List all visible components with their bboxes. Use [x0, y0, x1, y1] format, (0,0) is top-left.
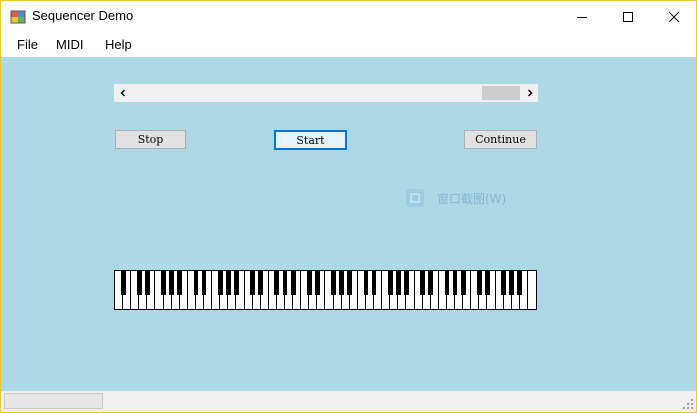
horizontal-scrollbar[interactable]	[114, 84, 538, 102]
black-key[interactable]	[517, 271, 523, 295]
menu-midi[interactable]: MIDI	[56, 37, 83, 52]
chevron-right-icon	[527, 89, 532, 97]
scroll-thumb[interactable]	[482, 86, 520, 100]
scroll-track[interactable]	[131, 84, 521, 102]
scroll-left-button[interactable]	[114, 84, 131, 102]
black-key[interactable]	[339, 271, 345, 295]
black-key[interactable]	[314, 271, 320, 295]
black-key[interactable]	[290, 271, 296, 295]
scroll-right-button[interactable]	[521, 84, 538, 102]
black-key[interactable]	[177, 271, 183, 295]
black-key[interactable]	[274, 271, 280, 295]
client-area: Stop Start Continue 窗口截图(W)	[1, 57, 696, 391]
black-key[interactable]	[282, 271, 288, 295]
black-key[interactable]	[234, 271, 239, 295]
close-button[interactable]	[651, 1, 696, 32]
black-key[interactable]	[193, 271, 199, 295]
black-key[interactable]	[136, 271, 142, 295]
black-key[interactable]	[395, 271, 401, 295]
window-title: Sequencer Demo	[32, 8, 134, 23]
menu-help[interactable]: Help	[105, 37, 132, 52]
capture-label: 窗口截图(W)	[437, 191, 507, 206]
black-key[interactable]	[509, 271, 515, 295]
maximize-icon	[623, 11, 633, 22]
app-window: Sequencer Demo File MIDI Help Stop Start…	[0, 0, 697, 413]
white-key[interactable]	[527, 271, 536, 309]
black-key[interactable]	[444, 271, 450, 295]
capture-overlay[interactable]: 窗口截图(W)	[406, 187, 506, 209]
black-key[interactable]	[120, 271, 126, 295]
black-key[interactable]	[452, 271, 458, 295]
minimize-button[interactable]	[559, 1, 605, 32]
black-key[interactable]	[363, 271, 369, 295]
menu-file[interactable]: File	[17, 37, 38, 52]
black-key[interactable]	[250, 271, 256, 295]
start-button[interactable]: Start	[274, 130, 347, 150]
black-key[interactable]	[387, 271, 393, 295]
continue-button[interactable]: Continue	[464, 130, 537, 149]
status-panel	[4, 393, 103, 409]
menu-bar: File MIDI Help	[1, 32, 696, 56]
chevron-left-icon	[120, 89, 125, 97]
minimize-icon	[577, 16, 587, 18]
app-icon	[10, 10, 26, 24]
piano-keyboard[interactable]	[114, 270, 537, 310]
capture-icon	[406, 189, 424, 207]
black-key[interactable]	[169, 271, 175, 295]
black-key[interactable]	[484, 271, 490, 295]
black-key[interactable]	[161, 271, 166, 295]
black-key[interactable]	[460, 271, 466, 295]
close-icon	[668, 11, 680, 22]
black-key[interactable]	[217, 271, 223, 295]
black-key[interactable]	[501, 271, 507, 295]
black-key[interactable]	[144, 271, 150, 295]
status-bar	[1, 391, 696, 412]
black-key[interactable]	[404, 271, 409, 295]
black-key[interactable]	[258, 271, 264, 295]
maximize-button[interactable]	[605, 1, 651, 32]
black-key[interactable]	[225, 271, 231, 295]
black-key[interactable]	[428, 271, 434, 295]
resize-grip-icon[interactable]	[682, 398, 694, 410]
black-key[interactable]	[420, 271, 426, 295]
black-key[interactable]	[476, 271, 482, 295]
black-key[interactable]	[306, 271, 312, 295]
title-bar[interactable]: Sequencer Demo	[1, 1, 696, 32]
black-key[interactable]	[331, 271, 336, 295]
black-key[interactable]	[347, 271, 353, 295]
black-key[interactable]	[201, 271, 207, 295]
stop-button[interactable]: Stop	[115, 130, 186, 149]
black-key[interactable]	[371, 271, 377, 295]
